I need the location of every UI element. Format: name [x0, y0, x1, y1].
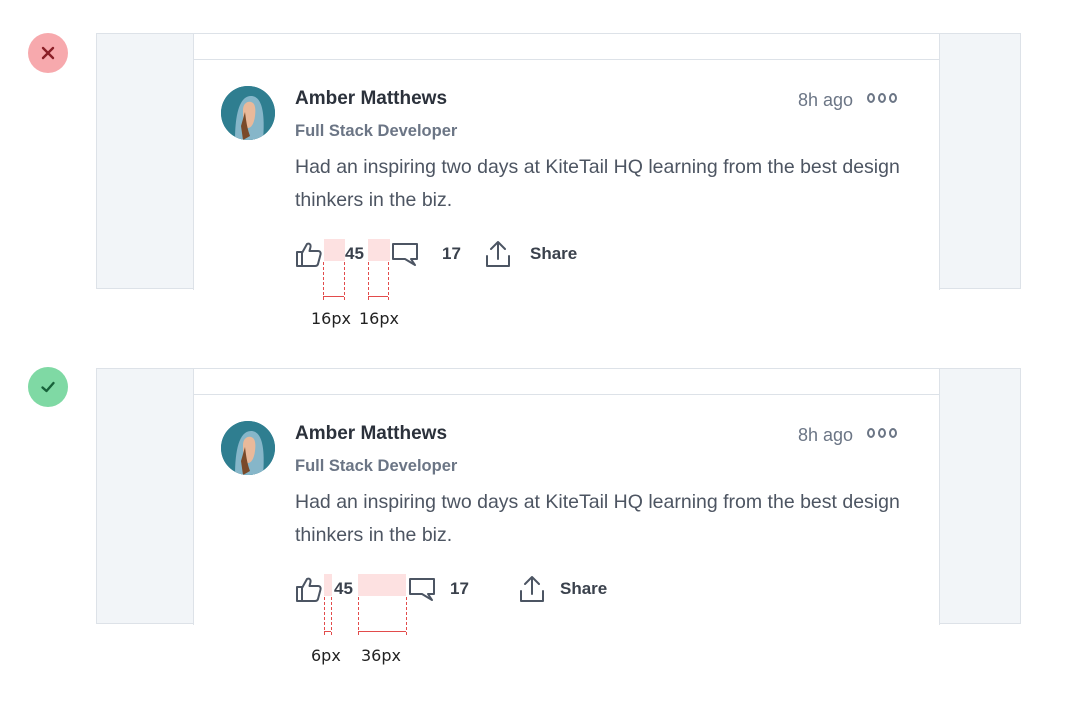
- author-role: Full Stack Developer: [295, 122, 458, 140]
- example-correct: Amber Matthews Full Stack Developer 8h a…: [0, 335, 1074, 675]
- feed-frame: Amber Matthews Full Stack Developer 8h a…: [96, 368, 1021, 625]
- author-name[interactable]: Amber Matthews: [295, 423, 447, 445]
- comment-count: 17: [442, 244, 461, 263]
- like-button[interactable]: [295, 237, 323, 271]
- share-label[interactable]: Share: [530, 237, 577, 271]
- thumbs-up-icon: [296, 577, 322, 602]
- post-card: Amber Matthews Full Stack Developer 8h a…: [194, 60, 939, 290]
- share-label[interactable]: Share: [560, 572, 607, 606]
- measurement-label: 6px: [311, 646, 341, 665]
- comment-icon: [392, 243, 418, 266]
- post-time: 8h ago: [798, 425, 854, 445]
- comment-count: 17: [450, 579, 469, 598]
- comment-button[interactable]: [408, 572, 436, 606]
- author-role: Full Stack Developer: [295, 457, 458, 475]
- example-incorrect: Amber Matthews Full Stack Developer 8h a…: [0, 0, 1074, 340]
- measurement-label: 16px: [359, 309, 399, 328]
- share-button[interactable]: [484, 237, 512, 271]
- like-count: 45: [345, 244, 364, 263]
- more-options-icon[interactable]: [867, 93, 897, 105]
- more-options-icon[interactable]: [867, 428, 897, 440]
- spacing-highlight: [324, 239, 345, 261]
- comment-icon: [409, 578, 435, 601]
- x-icon: [41, 46, 55, 60]
- measurement-label: 36px: [361, 646, 401, 665]
- post-body: Had an inspiring two days at KiteTail HQ…: [295, 156, 900, 211]
- like-count: 45: [334, 579, 353, 598]
- post-time: 8h ago: [798, 90, 854, 110]
- share-icon: [520, 576, 544, 602]
- spacing-highlight: [368, 239, 390, 261]
- spacing-highlight: [358, 574, 406, 596]
- share-icon: [486, 241, 510, 267]
- measurement-label: 16px: [311, 309, 351, 328]
- post-card: Amber Matthews Full Stack Developer 8h a…: [194, 395, 939, 625]
- feed-panel: Amber Matthews Full Stack Developer 8h a…: [193, 34, 940, 290]
- comment-button[interactable]: [391, 237, 419, 271]
- status-badge-incorrect: [28, 33, 68, 73]
- post-body: Had an inspiring two days at KiteTail HQ…: [295, 491, 900, 546]
- feed-panel: Amber Matthews Full Stack Developer 8h a…: [193, 369, 940, 625]
- avatar[interactable]: [221, 86, 275, 140]
- previous-post-edge: [194, 369, 939, 395]
- post-actions: 45 17 Share: [295, 237, 695, 271]
- spacing-highlight: [324, 574, 332, 596]
- previous-post-edge: [194, 34, 939, 60]
- feed-frame: Amber Matthews Full Stack Developer 8h a…: [96, 33, 1021, 290]
- status-badge-correct: [28, 367, 68, 407]
- avatar[interactable]: [221, 421, 275, 475]
- post-actions: 45 17 Share: [295, 572, 695, 606]
- check-icon: [41, 381, 55, 393]
- like-button[interactable]: [295, 572, 323, 606]
- author-name[interactable]: Amber Matthews: [295, 88, 447, 110]
- thumbs-up-icon: [296, 242, 322, 267]
- share-button[interactable]: [518, 572, 546, 606]
